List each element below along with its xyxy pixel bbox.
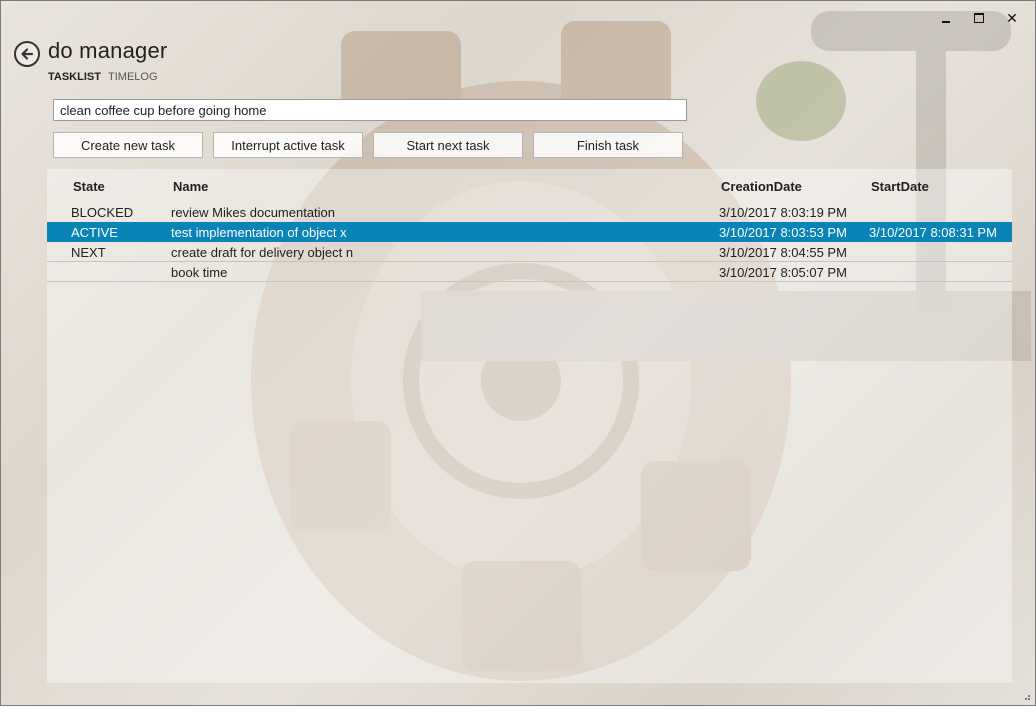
- task-input[interactable]: [53, 99, 687, 121]
- minimize-button[interactable]: [933, 9, 959, 27]
- cell-creationdate: 3/10/2017 8:04:55 PM: [719, 245, 847, 260]
- column-header-name[interactable]: Name: [173, 179, 208, 194]
- tab-tasklist[interactable]: TASKLIST: [48, 71, 101, 83]
- table-row[interactable]: BLOCKED review Mikes documentation 3/10/…: [47, 202, 1012, 222]
- cell-creationdate: 3/10/2017 8:03:53 PM: [719, 225, 847, 240]
- create-new-task-button[interactable]: Create new task: [53, 132, 203, 158]
- tab-timelog[interactable]: TIMELOG: [108, 71, 158, 83]
- close-button[interactable]: ✕: [999, 9, 1025, 27]
- cell-state: ACTIVE: [71, 225, 118, 240]
- app-title: do manager: [48, 38, 168, 63]
- cell-state: BLOCKED: [71, 205, 134, 220]
- maximize-button[interactable]: [966, 9, 992, 27]
- column-header-state[interactable]: State: [73, 179, 105, 194]
- cell-creationdate: 3/10/2017 8:05:07 PM: [719, 265, 847, 280]
- cell-name: book time: [171, 265, 228, 280]
- cell-name: create draft for delivery object n: [171, 245, 354, 260]
- table-row[interactable]: book time 3/10/2017 8:05:07 PM: [47, 262, 1012, 282]
- minimize-icon: [942, 21, 950, 23]
- back-arrow-icon: [21, 48, 34, 60]
- app-window: ✕ do manager TASKLIST TIMELOG Create new…: [0, 0, 1036, 706]
- table-row[interactable]: NEXT create draft for delivery object n …: [47, 242, 1012, 262]
- finish-task-button[interactable]: Finish task: [533, 132, 683, 158]
- cell-state: NEXT: [71, 245, 106, 260]
- column-header-startdate[interactable]: StartDate: [871, 179, 929, 194]
- maximize-icon: [974, 13, 984, 23]
- close-icon: ✕: [1006, 9, 1018, 26]
- table-row-selected[interactable]: ACTIVE test implementation of object x 3…: [47, 222, 1012, 242]
- row-divider: [47, 281, 1012, 282]
- cell-name: review Mikes documentation: [171, 205, 336, 220]
- resize-grip-icon[interactable]: [1021, 691, 1031, 701]
- cell-creationdate: 3/10/2017 8:03:19 PM: [719, 205, 847, 220]
- back-button[interactable]: [14, 41, 40, 67]
- interrupt-active-task-button[interactable]: Interrupt active task: [213, 132, 363, 158]
- start-next-task-button[interactable]: Start next task: [373, 132, 523, 158]
- column-header-creationdate[interactable]: CreationDate: [721, 179, 802, 194]
- cell-name: test implementation of object x: [171, 225, 347, 240]
- cell-startdate: 3/10/2017 8:08:31 PM: [869, 225, 997, 240]
